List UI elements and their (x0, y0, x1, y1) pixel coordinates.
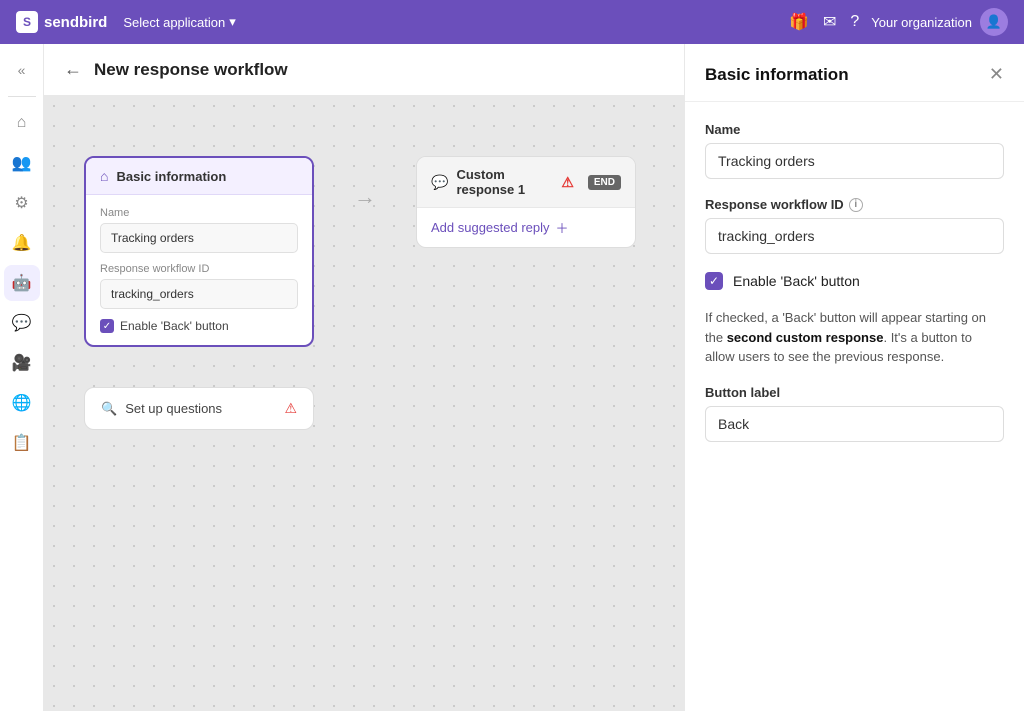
sidebar-collapse-button[interactable]: « (4, 52, 40, 88)
topnav-icons: 🎁 ✉ ? (789, 12, 859, 32)
sidebar-item-bot[interactable]: 🤖 (4, 265, 40, 301)
arrow-connector: → (354, 156, 376, 210)
logo-text: sendbird (44, 14, 107, 31)
sidebar-item-home[interactable]: ⌂ (4, 105, 40, 141)
name-field-group: Name Tracking orders (100, 207, 298, 253)
custom-response-column: 💬 Custom response 1 ⚠ END Add suggested … (416, 156, 636, 248)
panel-body: Name Response workflow ID i ✓ Enable 'Ba… (685, 102, 1024, 462)
back-button[interactable]: ← (64, 59, 82, 80)
basic-information-card[interactable]: ⌂ Basic information Name Tracking orders… (84, 156, 314, 347)
home-icon: ⌂ (100, 168, 108, 184)
basic-card-title: Basic information (116, 169, 226, 184)
end-badge: END (588, 175, 621, 190)
panel-name-label: Name (705, 122, 1004, 137)
sidebar-item-settings[interactable]: ⚙ (4, 185, 40, 221)
sidebar-item-notifications[interactable]: 🔔 (4, 225, 40, 261)
sidebar: « ⌂ 👥 ⚙ 🔔 🤖 💬 🎥 🌐 📋 (0, 44, 44, 711)
avatar: 👤 (980, 8, 1008, 36)
canvas-content: ⌂ Basic information Name Tracking orders… (44, 96, 684, 490)
left-column: ⌂ Basic information Name Tracking orders… (84, 156, 314, 430)
gift-icon[interactable]: 🎁 (789, 12, 809, 32)
plus-icon: ＋ (556, 218, 569, 237)
id-field-label: Response workflow ID (100, 263, 298, 275)
setup-questions-label: Set up questions (125, 401, 222, 416)
response-warning-icon: ⚠ (561, 174, 574, 191)
panel-title: Basic information (705, 65, 849, 85)
add-suggested-reply-button[interactable]: Add suggested reply ＋ (417, 208, 635, 247)
description-bold: second custom response (727, 330, 884, 345)
enable-back-label: Enable 'Back' button (120, 319, 229, 333)
panel-close-button[interactable]: ✕ (989, 64, 1004, 85)
top-navigation: S sendbird Select application ▾ 🎁 ✉ ? Yo… (0, 0, 1024, 44)
basic-card-header: ⌂ Basic information (86, 158, 312, 195)
panel-id-group: Response workflow ID i (705, 197, 1004, 254)
search-icon: 🔍 (101, 401, 117, 417)
panel-description: If checked, a 'Back' button will appear … (705, 308, 1004, 367)
name-field-value: Tracking orders (100, 223, 298, 253)
custom-response-card[interactable]: 💬 Custom response 1 ⚠ END Add suggested … (416, 156, 636, 248)
panel-name-input[interactable] (705, 143, 1004, 179)
app-select-label: Select application (123, 15, 225, 30)
logo-icon: S (16, 11, 38, 33)
sidebar-item-video[interactable]: 🎥 (4, 345, 40, 381)
panel-enable-back-checkbox[interactable]: ✓ (705, 272, 723, 290)
id-field-group: Response workflow ID tracking_orders (100, 263, 298, 309)
panel-enable-back-row: ✓ Enable 'Back' button (705, 272, 1004, 290)
id-field-value: tracking_orders (100, 279, 298, 309)
setup-warning-icon: ⚠ (284, 400, 297, 417)
message-icon: 💬 (431, 174, 448, 191)
arrow-icon: → (354, 184, 376, 210)
help-icon[interactable]: ? (850, 13, 859, 31)
workflow-canvas[interactable]: ⌂ Basic information Name Tracking orders… (44, 96, 684, 711)
panel-button-label-label: Button label (705, 385, 1004, 400)
sidebar-item-chat[interactable]: 💬 (4, 305, 40, 341)
panel-header: Basic information ✕ (685, 44, 1024, 102)
mail-icon[interactable]: ✉ (823, 12, 836, 32)
info-icon[interactable]: i (849, 198, 863, 212)
enable-back-row: ✓ Enable 'Back' button (100, 319, 298, 333)
basic-card-body: Name Tracking orders Response workflow I… (86, 195, 312, 345)
org-label: Your organization (871, 15, 972, 30)
custom-response-header: 💬 Custom response 1 ⚠ END (417, 157, 635, 208)
sidebar-item-users[interactable]: 👥 (4, 145, 40, 181)
panel-name-group: Name (705, 122, 1004, 179)
custom-response-title: Custom response 1 (456, 167, 553, 197)
org-selector[interactable]: Your organization 👤 (871, 8, 1008, 36)
panel-button-label-input[interactable] (705, 406, 1004, 442)
sidebar-divider (8, 96, 36, 97)
sidebar-item-globe[interactable]: 🌐 (4, 385, 40, 421)
chevron-down-icon: ▾ (229, 14, 236, 30)
sidebar-item-docs[interactable]: 📋 (4, 425, 40, 461)
setup-questions-card[interactable]: 🔍 Set up questions ⚠ (84, 387, 314, 430)
logo[interactable]: S sendbird (16, 11, 107, 33)
panel-id-label: Response workflow ID i (705, 197, 1004, 212)
enable-back-checkbox[interactable]: ✓ (100, 319, 114, 333)
app-select-button[interactable]: Select application ▾ (123, 14, 235, 30)
panel-id-input[interactable] (705, 218, 1004, 254)
right-panel: Basic information ✕ Name Response workfl… (684, 44, 1024, 711)
panel-enable-back-label: Enable 'Back' button (733, 273, 860, 289)
name-field-label: Name (100, 207, 298, 219)
panel-button-label-group: Button label (705, 385, 1004, 442)
add-reply-label: Add suggested reply (431, 220, 550, 235)
